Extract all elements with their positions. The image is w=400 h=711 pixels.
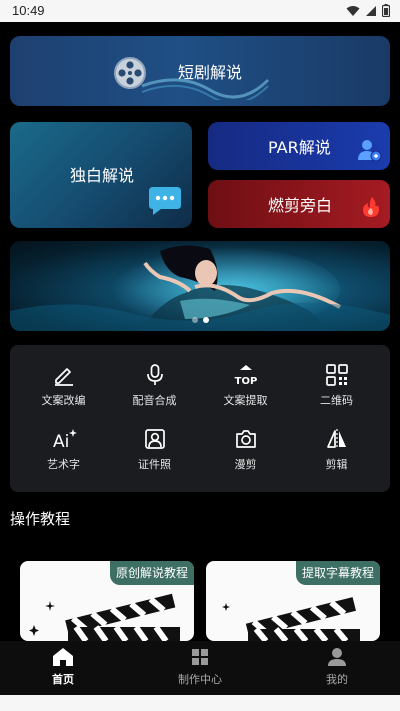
tool-label: 文案提取	[223, 394, 268, 407]
tool-id-photo[interactable]: 证件照	[107, 427, 202, 487]
tool-label: 剪辑	[325, 458, 348, 471]
pencil-icon	[54, 368, 73, 386]
camera-icon	[235, 430, 256, 448]
monologue-commentary-card[interactable]: 独白解说	[10, 122, 192, 228]
tool-art-text[interactable]: Ai 艺术字	[16, 427, 111, 487]
signal-icon	[366, 5, 376, 16]
drama-commentary-label: 短剧解说	[178, 63, 243, 82]
id-photo-icon	[144, 429, 165, 449]
clapperboard-image	[29, 593, 180, 641]
nav-home[interactable]: 首页	[13, 647, 113, 687]
ai-text-icon: Ai	[53, 429, 77, 451]
hero-carousel[interactable]	[10, 241, 390, 331]
status-bar: 10:49	[0, 0, 400, 22]
nav-production-center[interactable]: 制作中心	[150, 647, 250, 687]
tool-label: 证件照	[138, 458, 171, 471]
battery-icon	[382, 4, 390, 17]
tool-label: 漫剪	[234, 458, 257, 471]
burn-narration-card[interactable]: 燃剪旁白	[208, 180, 390, 228]
drama-commentary-card[interactable]: 短剧解说	[10, 36, 390, 106]
flame-icon	[363, 197, 379, 217]
par-commentary-label: PAR解说	[268, 138, 331, 157]
tutorials-title: 操作教程	[10, 510, 71, 528]
nav-label: 我的	[326, 673, 348, 686]
tool-copy-adapt[interactable]: 文案改编	[16, 363, 111, 423]
clapperboard-image	[222, 597, 360, 641]
carousel-dots	[10, 317, 390, 323]
tool-label: 艺术字	[47, 458, 80, 471]
nav-label: 首页	[52, 673, 74, 686]
tool-copy-extract[interactable]: TOP 文案提取	[198, 363, 293, 423]
user-voice-icon	[358, 140, 382, 162]
tool-comic-cut[interactable]: 漫剪	[198, 427, 293, 487]
par-commentary-card[interactable]: PAR解说	[208, 122, 390, 170]
svg-text:TOP: TOP	[234, 376, 257, 387]
tool-label: 配音合成	[132, 394, 177, 407]
person-icon	[328, 648, 346, 666]
status-time: 10:49	[12, 3, 45, 18]
system-gesture-bar	[0, 695, 400, 711]
bottom-navigation: 首页 制作中心 我的	[0, 641, 400, 695]
top-icon: TOP	[234, 365, 257, 387]
grid-icon	[192, 649, 208, 665]
tool-label: 二维码	[320, 394, 353, 407]
svg-text:Ai: Ai	[53, 432, 69, 451]
home-icon	[53, 648, 73, 666]
tool-label: 文案改编	[41, 394, 86, 407]
tool-dubbing[interactable]: 配音合成	[107, 363, 202, 423]
flip-icon	[326, 429, 346, 449]
monologue-commentary-label: 独白解说	[70, 166, 135, 185]
wifi-icon	[346, 5, 360, 16]
tutorial-card-original[interactable]: 原创解说教程	[20, 561, 194, 641]
status-icons	[346, 4, 390, 17]
chat-bubble-icon	[149, 187, 181, 215]
qr-code-icon	[325, 364, 348, 386]
tools-panel: 文案改编 配音合成 TOP 文案提取 二维码 Ai 艺术字 证件照 漫剪 剪辑	[10, 345, 390, 492]
tutorial-card-subtitle[interactable]: 提取字幕教程	[206, 561, 380, 641]
tutorial-tag: 提取字幕教程	[295, 561, 380, 585]
tool-edit[interactable]: 剪辑	[289, 427, 384, 487]
burn-narration-label: 燃剪旁白	[268, 196, 333, 215]
tutorial-tag: 原创解说教程	[109, 561, 194, 585]
nav-label: 制作中心	[178, 673, 222, 686]
carousel-dot-active[interactable]	[202, 317, 209, 323]
tool-qr-code[interactable]: 二维码	[289, 363, 384, 423]
carousel-dot[interactable]	[191, 317, 198, 323]
microphone-icon	[146, 364, 163, 385]
nav-profile[interactable]: 我的	[287, 647, 387, 687]
